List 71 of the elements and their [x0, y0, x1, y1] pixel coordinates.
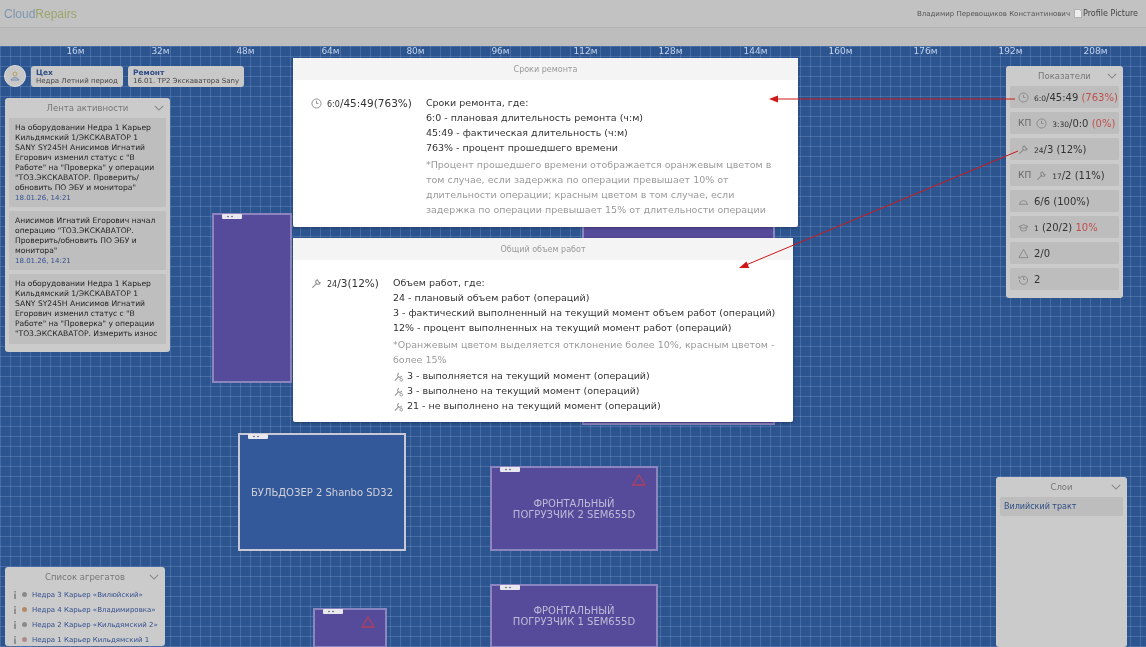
machine-block[interactable]: БУЛЬДОЗЕР 2 Shanbo SD32: [238, 433, 406, 551]
popup-title: Общий объем работ: [293, 238, 793, 260]
machine-name: ФРОНТАЛЬНЫЙ ПОГРУЗЧИК 2 SEM655D: [511, 497, 637, 520]
panel-title: Показатели: [1038, 71, 1091, 81]
popup-line: 763% - процент прошедшего времени: [425, 142, 620, 154]
ruler-label: 208м: [1082, 46, 1109, 56]
ruler-label: 176м: [912, 46, 939, 56]
chevron-down-icon[interactable]: [149, 574, 159, 580]
ruler-label: 80м: [405, 46, 426, 56]
indicator-row[interactable]: 6/6 (100%): [1010, 190, 1119, 212]
indicator-value: 2: [1034, 273, 1041, 285]
popup-note: *Процент прошедшего времени отображается оранжевым цветом в том случае, если задержка по операции превышает 10% от длительности операции; красным цветом в том случае, если задержка по операции превышает 15% от длительности операции: [425, 158, 773, 217]
chevron-down-icon[interactable]: [154, 105, 164, 111]
popup-line: 6:0 - плановая длительность ремонта (ч:м): [425, 112, 645, 124]
chevron-down-icon[interactable]: [1111, 484, 1121, 490]
indicator-value: 2/0: [1034, 247, 1051, 259]
panel-title: Лента активности: [46, 103, 129, 113]
panel-title: Слои: [1050, 482, 1073, 492]
machine-block[interactable]: ФРОНТАЛЬНЫЙ ПОГРУЗЧИК 2 SEM655D: [490, 466, 658, 551]
tag-icon: [248, 434, 268, 439]
graduation-cap-icon: [1018, 221, 1029, 233]
popup-line: 3 - выполнено на текущий момент (операций): [406, 385, 640, 397]
popup-line: 21 - не выполнено на текущий момент (операций): [406, 400, 661, 412]
info-icon[interactable]: [13, 605, 17, 614]
machine-block[interactable]: ФРОНТАЛЬНЫЙ ПОГРУЗЧИК 1 SEM655D: [490, 584, 658, 647]
tag-icon: [222, 214, 242, 219]
machine-block[interactable]: [313, 608, 387, 647]
tag-icon: [323, 609, 343, 614]
indicator-value: 6/6 (100%): [1034, 195, 1090, 207]
panel-title: Список агрегатов: [45, 572, 125, 582]
info-icon[interactable]: [13, 635, 17, 644]
ruler-label: 96м: [490, 46, 511, 56]
popup-value: 6:0/45:49(763%): [327, 97, 412, 109]
popup-line: 12% - процент выполненных на текущий момент работ (операций): [392, 322, 733, 334]
ruler-label: 64м: [320, 46, 341, 56]
warning-icon: [1018, 247, 1029, 259]
ruler-label: 144м: [742, 46, 769, 56]
indicator-row[interactable]: 2: [1010, 268, 1119, 290]
clock-icon: [1036, 117, 1048, 129]
history-icon: [1018, 273, 1029, 285]
ruler-label: 128м: [657, 46, 684, 56]
ruler-label: 192м: [997, 46, 1024, 56]
popup-line: 3 - выполняется на текущий момент (операций): [406, 370, 650, 382]
avatar-icon[interactable]: [4, 65, 26, 87]
clock-icon: [1018, 91, 1029, 103]
popup-line: 24 - плановый объем работ (операций): [392, 292, 591, 304]
popup-line: 45:49 - фактическая длительность (ч:м): [425, 127, 629, 139]
machine-name: БУЛЬДОЗЕР 2 Shanbo SD32: [249, 486, 395, 498]
tag-icon: [500, 467, 520, 472]
ruler-label: 16м: [65, 46, 86, 56]
machine-name: ФРОНТАЛЬНЫЙ ПОГРУЗЧИК 1 SEM655D: [511, 605, 637, 627]
layer-item[interactable]: Вилийский тракт: [1000, 497, 1123, 516]
ruler-label: 32м: [150, 46, 171, 56]
info-icon[interactable]: [13, 590, 17, 599]
popup-heading: Объем работ, где:: [392, 277, 486, 289]
ruler-label: 160м: [827, 46, 854, 56]
indicator-row[interactable]: 2/0: [1010, 242, 1119, 264]
ruler-label: 112м: [572, 46, 599, 56]
clock-icon: [311, 98, 322, 109]
chevron-down-icon[interactable]: [1107, 73, 1117, 79]
profile-picture[interactable]: Profile Picture: [1074, 9, 1138, 18]
info-icon[interactable]: [13, 620, 17, 629]
tag-icon: [500, 585, 520, 590]
popup-heading: Сроки ремонта, где:: [425, 97, 530, 109]
indicator-prefix: КП: [1018, 118, 1032, 128]
popup-value: 24/3(12%): [327, 277, 379, 289]
popup-line: 3 - фактический выполненный на текущий момент объем работ (операций): [392, 307, 777, 319]
popup-title: Сроки ремонта: [293, 58, 798, 80]
ruler-label: 48м: [235, 46, 256, 56]
popup-note: *Оранжевым цветом выделяется отклонение более 10%, красным цветом - более 15%: [392, 338, 776, 367]
indicator-prefix: КП: [1018, 170, 1032, 180]
